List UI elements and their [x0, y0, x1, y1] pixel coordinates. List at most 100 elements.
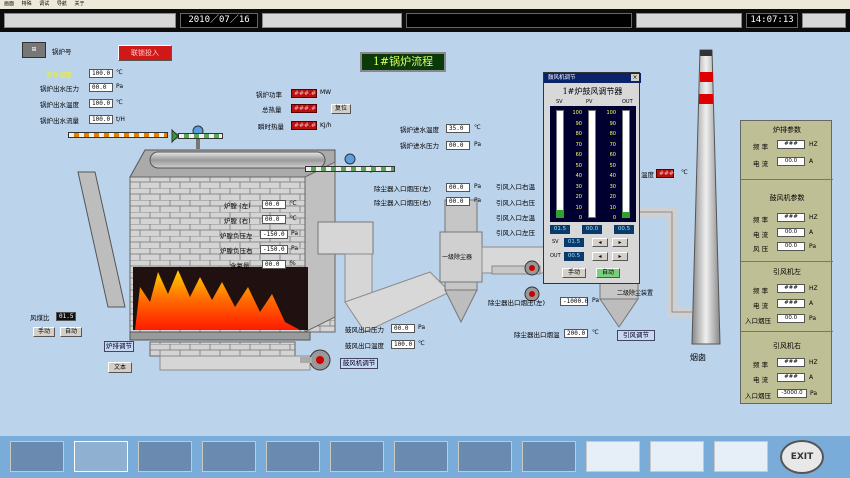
scale-tick: 70	[575, 141, 582, 148]
unit: %	[290, 260, 296, 267]
controller-auto-button[interactable]: 自动	[596, 268, 620, 278]
blower-outlet-temp-value: 100.0	[391, 340, 415, 349]
out-input[interactable]: 00.5	[564, 252, 584, 261]
scale-right: 100 90 80 70 60 50 40 30 20 10 0	[602, 108, 616, 224]
boiler-icon[interactable]: ⊞	[22, 42, 46, 58]
out-bar	[622, 110, 630, 218]
exit-button[interactable]: EXIT	[780, 440, 824, 474]
message-display	[406, 13, 632, 28]
blower-params-title: 鼓风机参数	[769, 194, 805, 202]
reset-button[interactable]: 复位	[331, 104, 351, 114]
grate-freq-label: 频 率	[753, 143, 769, 151]
scale-tick: 70	[609, 141, 616, 148]
scale-tick: 20	[575, 194, 582, 200]
out-decrease-button[interactable]: ◂	[592, 252, 608, 261]
nav-thumb-4[interactable]	[202, 441, 256, 472]
fan-inlet-right-temp-label: 引风入口右温	[496, 183, 535, 191]
outlet-temp-label: 锅炉出水温度	[40, 101, 79, 109]
auto-button[interactable]: 自动	[60, 327, 82, 337]
flue-box	[317, 221, 374, 255]
menu-item-screen[interactable]: 画面	[4, 1, 14, 7]
outlet-pressure-value: 00.0	[89, 83, 113, 92]
nav-thumb-7[interactable]	[394, 441, 448, 472]
unit: A	[809, 374, 814, 381]
nav-thumb-9[interactable]	[522, 441, 576, 472]
coal-ratio-value[interactable]: 01.5	[56, 312, 76, 321]
right-param-panel: 炉排参数 频 率 ### HZ 电 流 00.0 A 鼓风机参数 频 率 ###…	[740, 120, 833, 404]
controller-manual-button[interactable]: 手动	[562, 268, 586, 278]
left-fan-inlet-value: 00.0	[777, 314, 805, 323]
scale-tick: 40	[575, 173, 582, 179]
nav-thumb-2[interactable]	[74, 441, 128, 472]
sv-increase-button[interactable]: ▸	[612, 238, 628, 247]
date-display: 2010／07／16	[180, 13, 258, 28]
instant-heat-value: ###.#	[291, 121, 317, 130]
scale-tick: 90	[575, 120, 582, 127]
unit: Pa	[474, 183, 482, 190]
unit: HZ	[809, 285, 818, 292]
out-increase-button[interactable]: ▸	[612, 252, 628, 261]
boiler-drum	[149, 151, 326, 169]
nav-thumb-3[interactable]	[138, 441, 192, 472]
menu-item-special[interactable]: 特殊	[22, 1, 32, 7]
dust-outlet-temp-value: 200.0	[564, 329, 588, 338]
unit: ℃	[290, 215, 297, 222]
grate-freq-value: ###	[777, 140, 805, 149]
menu-item-navigate[interactable]: 导航	[57, 1, 67, 7]
unit: HZ	[809, 141, 818, 148]
nav-thumb-6[interactable]	[330, 441, 384, 472]
sv-decrease-button[interactable]: ◂	[592, 238, 608, 247]
blower-controller-window[interactable]: 鼓风机调节 × 1#炉鼓风调节器 SV PV OUT 100 90 80 70 60 50…	[543, 72, 641, 284]
unit: KJ/h	[320, 122, 332, 129]
text-button[interactable]: 文本	[108, 362, 132, 373]
unit: ℃	[592, 329, 599, 336]
fan-inlet-left-temp-label: 引风入口左温	[496, 214, 535, 222]
process-area: ⊞ 锅炉号 联锁投入 1#锅炉流程 室外温度 100.0 ℃ 锅炉出水压力 00…	[0, 32, 850, 436]
scale-tick: 30	[609, 183, 616, 190]
scale-tick: 100	[572, 110, 582, 116]
grate-adjust-button[interactable]: 炉排调节	[104, 341, 134, 352]
unit: Pa	[809, 243, 817, 250]
right-fan-freq-value: ###	[777, 358, 805, 367]
sv-label: SV	[552, 239, 559, 245]
nav-thumb-12[interactable]	[714, 441, 768, 472]
sv-input[interactable]: 01.5	[564, 238, 584, 247]
furnace-pressure-right-value: -150.0	[260, 245, 288, 254]
page-title: 1#锅炉流程	[360, 52, 446, 72]
sv-readout: 01.5	[550, 225, 570, 234]
power-value: ###.#	[291, 89, 317, 98]
nav-thumb-8[interactable]	[458, 441, 512, 472]
divider	[741, 331, 833, 332]
pv-readout: 00.0	[582, 225, 602, 234]
unit: A	[809, 158, 814, 165]
controller-heading: 1#炉鼓风调节器	[562, 87, 623, 96]
inlet-pipe	[305, 166, 395, 172]
outlet-pipe	[68, 132, 168, 138]
col-out: OUT	[622, 99, 633, 105]
furnace-temp-right-label: 炉膛 (右)	[224, 217, 251, 225]
interlock-button[interactable]: 联锁投入	[118, 45, 172, 61]
nav-thumb-1[interactable]	[10, 441, 64, 472]
process-diagram	[77, 49, 721, 371]
dust-outlet-pressure-label: 除尘器出口烟压(左)	[488, 299, 546, 307]
manual-button[interactable]: 手动	[33, 327, 55, 337]
controller-title-bar[interactable]: 鼓风机调节 ×	[544, 73, 641, 83]
right-fan-current-label: 电 流	[753, 376, 769, 384]
total-heat-value: ###.#	[291, 104, 317, 113]
blower-adjust-button[interactable]: 鼓风机调节	[340, 358, 378, 369]
blower-outlet-pressure-label: 鼓风出口压力	[345, 326, 384, 334]
boiler-id-label: 锅炉号	[52, 48, 72, 56]
nav-thumb-10[interactable]	[586, 441, 640, 472]
sv-bar	[556, 110, 564, 218]
menu-item-about[interactable]: 关于	[74, 1, 84, 7]
menu-item-debug[interactable]: 调试	[39, 1, 49, 7]
total-heat-label: 总热量	[262, 106, 282, 114]
induced-adjust-button[interactable]: 引风调节	[617, 330, 655, 341]
dust-inlet-right-value: 00.0	[446, 197, 470, 206]
sv-fill	[556, 210, 564, 218]
nav-thumb-11[interactable]	[650, 441, 704, 472]
close-icon[interactable]: ×	[631, 74, 639, 81]
outdoor-temp-value: 100.0	[89, 69, 113, 78]
grate-params-title: 炉排参数	[773, 126, 801, 134]
nav-thumb-5[interactable]	[266, 441, 320, 472]
